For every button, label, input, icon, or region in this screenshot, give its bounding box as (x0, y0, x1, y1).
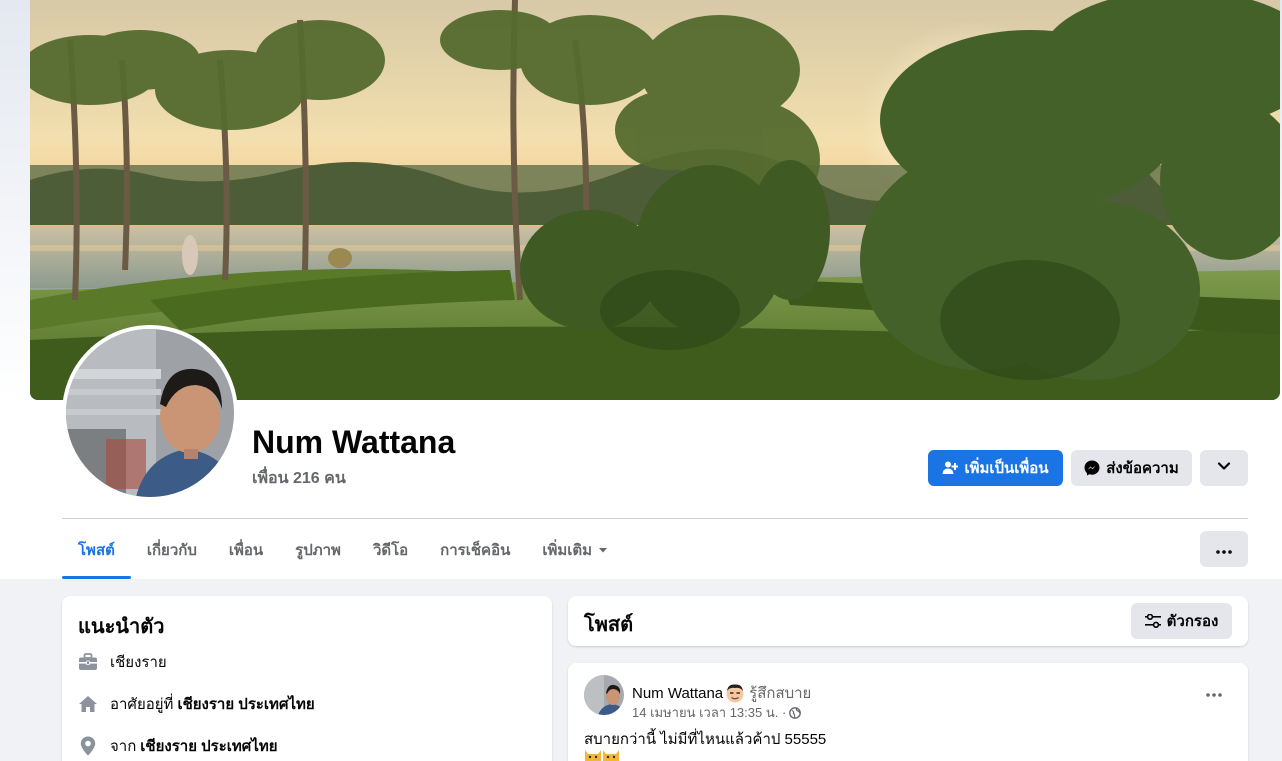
intro-from-place[interactable]: เชียงราย ประเทศไทย (140, 734, 277, 758)
header-divider (62, 518, 1248, 519)
posts-header-card: โพสต์ ตัวกรอง (568, 596, 1248, 646)
profile-header: Num Wattana เพื่อน 216 คน เพิ่มเป็นเพื่อ… (0, 0, 1282, 579)
friends-count[interactable]: เพื่อน 216 คน (252, 466, 346, 491)
globe-icon (789, 706, 802, 719)
cat-face-icon (584, 748, 602, 761)
intro-work: เชียงราย (78, 650, 167, 674)
profile-name: Num Wattana (252, 424, 456, 460)
filter-icon (1144, 614, 1161, 628)
post-emoji-row (584, 748, 620, 761)
post-meta: 14 เมษายน เวลา 13:35 น. · (632, 702, 802, 723)
intro-lives-place[interactable]: เชียงราย ประเทศไทย (177, 692, 314, 716)
intro-lives-prefix: อาศัยอยู่ที่ (110, 696, 174, 713)
profile-avatar[interactable] (62, 325, 238, 501)
message-label: ส่งข้อความ (1106, 460, 1179, 477)
cover-photo[interactable] (30, 0, 1280, 400)
location-pin-icon (78, 736, 98, 756)
post-text: สบายกว่านี้ ไม่มีที่ไหนแล้วค้าป 55555 (584, 731, 827, 748)
filter-button[interactable]: ตัวกรอง (1131, 603, 1232, 639)
add-friend-label: เพิ่มเป็นเพื่อน (964, 460, 1049, 477)
ellipsis-icon (1206, 684, 1222, 702)
profile-photo-image (66, 329, 234, 497)
tab-about[interactable]: เกี่ยวกับ (131, 520, 213, 579)
tab-photos[interactable]: รูปภาพ (279, 520, 357, 579)
intro-work-text[interactable]: เชียงราย (110, 650, 167, 674)
tab-checkins[interactable]: การเช็คอิน (424, 520, 526, 579)
chevron-down-icon (1217, 459, 1231, 477)
intro-lives-in: อาศัยอยู่ที่ เชียงราย ประเทศไทย (78, 692, 315, 716)
post-options-button[interactable] (1198, 679, 1230, 707)
tab-posts[interactable]: โพสต์ (62, 520, 131, 579)
posts-title: โพสต์ (584, 614, 634, 636)
profile-more-button[interactable] (1200, 450, 1248, 486)
intro-card: แนะนำตัว เชียงราย อาศัยอยู่ที่ เชียงราย … (62, 596, 552, 761)
home-icon (78, 695, 98, 713)
messenger-icon (1084, 460, 1100, 476)
post-timestamp[interactable]: 14 เมษายน เวลา 13:35 น. · (632, 702, 786, 723)
add-friend-button[interactable]: เพิ่มเป็นเพื่อน (928, 450, 1063, 486)
profile-tabs: โพสต์ เกี่ยวกับ เพื่อน รูปภาพ วิดีโอ การ… (62, 520, 624, 579)
post-author-name[interactable]: Num Wattana (632, 685, 723, 702)
filter-label: ตัวกรอง (1166, 613, 1219, 630)
post-author-avatar[interactable] (584, 675, 624, 715)
cover-photo-image (30, 0, 1280, 400)
tab-videos[interactable]: วิดีโอ (357, 520, 424, 579)
briefcase-icon (78, 653, 98, 671)
tab-more[interactable]: เพิ่มเติม (526, 520, 624, 579)
caret-down-icon (598, 545, 608, 555)
intro-from-prefix: จาก (110, 738, 137, 755)
intro-title: แนะนำตัว (78, 616, 165, 638)
person-add-icon (942, 460, 959, 476)
relieved-face-icon (725, 683, 745, 703)
message-button[interactable]: ส่งข้อความ (1071, 450, 1192, 486)
post-card: Num Wattana รู้สึกสบาย 14 เมษายน เวลา 13… (568, 663, 1248, 761)
ellipsis-icon (1216, 541, 1232, 558)
profile-overflow-button[interactable] (1200, 531, 1248, 567)
cat-face-icon (602, 748, 620, 761)
tab-friends[interactable]: เพื่อน (213, 520, 279, 579)
intro-from: จาก เชียงราย ประเทศไทย (78, 734, 278, 758)
